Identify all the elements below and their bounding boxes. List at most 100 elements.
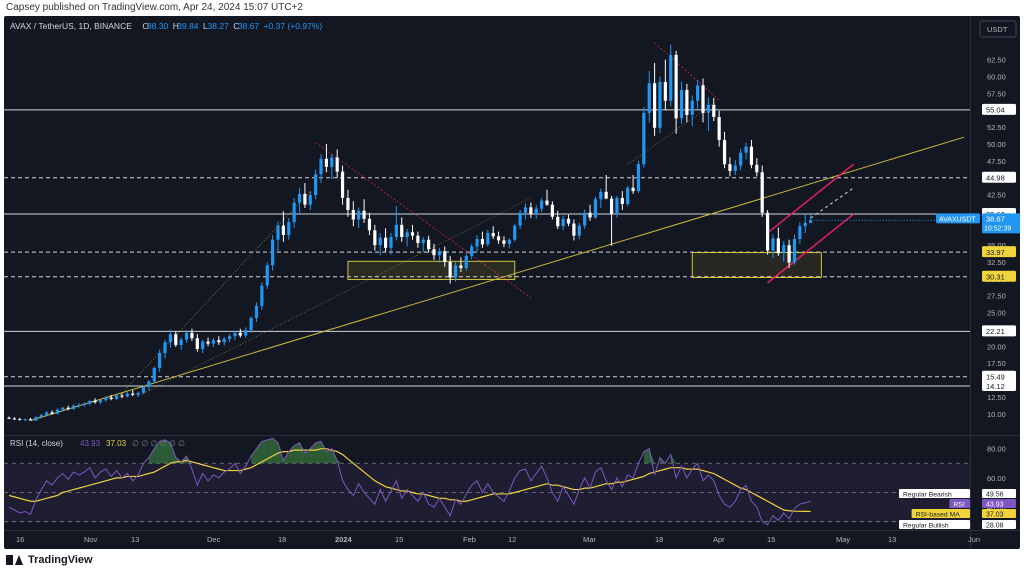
candle-body (609, 198, 614, 215)
candle-body (443, 251, 447, 262)
price-tick-label: 25.00 (987, 309, 1006, 318)
time-tick-label: 2024 (335, 535, 353, 544)
candle-body (131, 393, 135, 395)
price-tick-label: 42.50 (987, 191, 1006, 200)
candle-body (61, 407, 65, 410)
candle-body (362, 210, 366, 219)
candle (507, 238, 511, 249)
candle-body (319, 158, 323, 175)
candle (362, 199, 366, 223)
candle-body (109, 397, 113, 399)
rsi-tag-label: RSI (953, 502, 964, 509)
level-price-tag: 55.04 (982, 103, 1016, 115)
time-tick-label: 12 (508, 535, 516, 544)
candle-body (599, 191, 603, 200)
candle-body (389, 237, 393, 248)
candle-body (787, 245, 791, 263)
candle-body (459, 265, 463, 269)
candle (7, 416, 11, 420)
candle-body (227, 336, 232, 339)
candle (179, 337, 183, 350)
candle (367, 212, 372, 235)
candle-body (496, 236, 501, 241)
candle-body (771, 238, 775, 251)
candle (722, 131, 727, 169)
candle-body (244, 330, 248, 336)
candle-body (324, 158, 329, 167)
rsi-tag-value: 28.08 (986, 523, 1004, 530)
candle (792, 234, 797, 265)
candle-body (7, 417, 11, 419)
candle (626, 185, 630, 206)
candle-body (502, 240, 506, 244)
candle-body (125, 393, 129, 397)
candle (131, 390, 135, 397)
candle-body (453, 265, 458, 278)
candle (18, 417, 22, 421)
candle-body (120, 395, 124, 397)
candle-body (636, 164, 641, 192)
candle-body (351, 210, 355, 220)
symbol-name: AVAX / TetherUS, 1D, BINANCE (10, 21, 132, 31)
candle-body (254, 305, 259, 318)
candle (502, 236, 506, 248)
candle (34, 416, 38, 422)
rsi-tag-value: 43.93 (986, 502, 1004, 509)
candle (211, 338, 216, 347)
candle (475, 235, 479, 252)
chart-frame[interactable]: 62.5060.0057.5055.0052.5050.0047.5045.00… (4, 16, 1020, 549)
candle-body (405, 232, 409, 238)
support-zone (347, 260, 516, 281)
price-tick-label: 60.00 (987, 72, 1006, 81)
candle-body (82, 403, 86, 405)
candle (706, 97, 710, 132)
ohlc-c-value: 38.67 (238, 21, 260, 31)
candle (394, 205, 398, 241)
candle-body (238, 332, 242, 336)
candle-body (427, 239, 431, 250)
candle-body (615, 197, 619, 215)
level-price-tag-text: 30.31 (986, 273, 1005, 282)
candle-body (184, 332, 189, 340)
candle (556, 210, 560, 229)
rsi-placeholders: ∅ ∅ ∅ ∅ ∅ ∅ (132, 439, 185, 448)
candle-body (104, 397, 108, 401)
currency-label: USDT (987, 25, 1008, 34)
candle-body (513, 225, 517, 240)
candle (486, 229, 490, 247)
candle-body (604, 191, 608, 199)
candle-body (620, 197, 624, 204)
last-price-tag: 38.67 10:52:39 (982, 213, 1020, 234)
candle-body (222, 338, 226, 343)
time-tick-label: Jun (968, 535, 980, 544)
candle-body (464, 255, 468, 269)
chart-canvas[interactable]: 62.5060.0057.5055.0052.5050.0047.5045.00… (4, 16, 1020, 549)
candle-body (340, 171, 345, 198)
candle-body (271, 239, 275, 266)
candle-body (168, 334, 172, 343)
candle (281, 211, 285, 242)
candle (653, 62, 657, 136)
candle (561, 215, 565, 231)
candle (658, 76, 662, 134)
candle-body (765, 212, 770, 251)
ohlc-change: +0.37 (+0.97%) (264, 21, 323, 31)
candle (389, 232, 393, 255)
candle (609, 195, 614, 246)
candle (545, 189, 549, 206)
price-tick-label: 50.00 (987, 140, 1006, 149)
candle-body (287, 222, 291, 235)
rsi-overbought-fill (321, 441, 327, 464)
candle (260, 282, 264, 310)
candle (28, 417, 33, 421)
candle-body (523, 207, 528, 213)
candle (168, 329, 172, 348)
candle-body (674, 54, 678, 119)
footer-bar: TradingView (0, 550, 1024, 570)
candle (297, 187, 302, 213)
tradingview-logo[interactable]: TradingView (6, 554, 93, 566)
candle (739, 148, 743, 171)
candle (755, 158, 759, 177)
candle-body (292, 202, 296, 223)
candle-body (782, 245, 786, 254)
